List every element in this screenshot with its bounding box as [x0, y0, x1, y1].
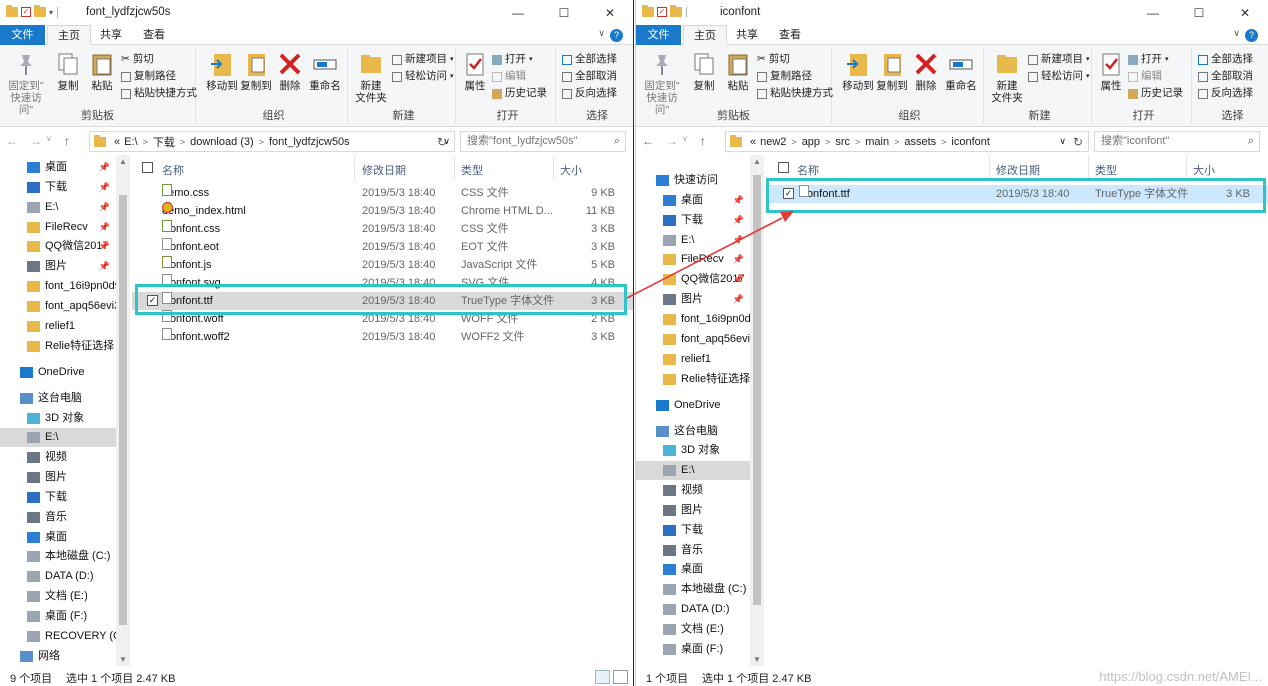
copy-arrow-icon [626, 211, 794, 299]
